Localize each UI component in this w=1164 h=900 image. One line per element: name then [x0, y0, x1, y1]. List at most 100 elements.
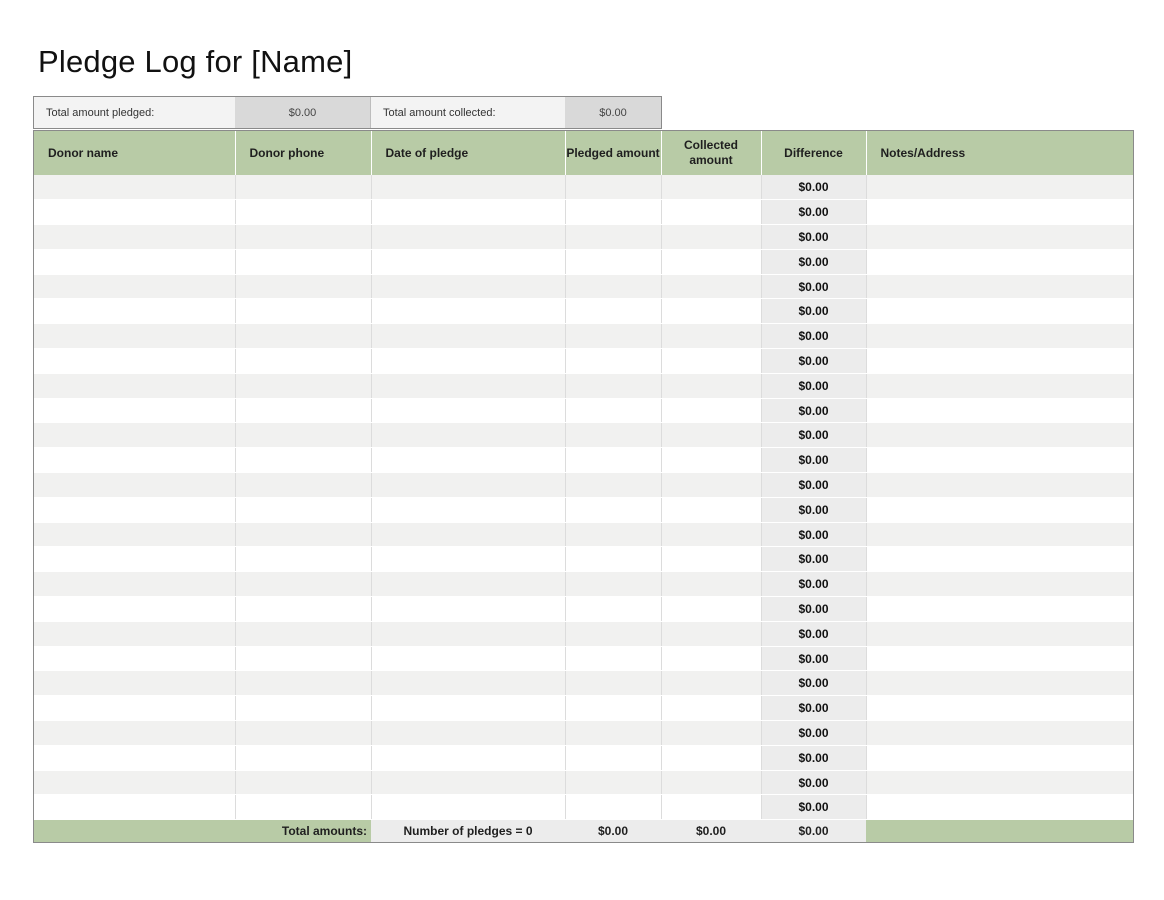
pledged-amount-cell[interactable] — [565, 522, 662, 548]
donor-phone-cell[interactable] — [235, 323, 372, 350]
donor-phone-cell[interactable] — [235, 274, 372, 300]
pledged-amount-cell[interactable] — [565, 398, 662, 424]
notes-address-cell[interactable] — [866, 720, 1133, 746]
collected-amount-cell[interactable] — [661, 249, 762, 275]
donor-name-cell[interactable] — [34, 770, 236, 796]
pledged-amount-cell[interactable] — [565, 175, 662, 201]
notes-address-cell[interactable] — [866, 175, 1133, 201]
date-of-pledge-cell[interactable] — [371, 522, 566, 548]
donor-phone-cell[interactable] — [235, 373, 372, 399]
column-header-date-of-pledge[interactable]: Date of pledge — [371, 131, 566, 175]
donor-name-cell[interactable] — [34, 199, 236, 226]
notes-address-cell[interactable] — [866, 398, 1133, 424]
notes-address-cell[interactable] — [866, 274, 1133, 300]
date-of-pledge-cell[interactable] — [371, 720, 566, 746]
pledged-amount-cell[interactable] — [565, 794, 662, 821]
date-of-pledge-cell[interactable] — [371, 274, 566, 300]
date-of-pledge-cell[interactable] — [371, 175, 566, 201]
collected-amount-cell[interactable] — [661, 596, 762, 622]
date-of-pledge-cell[interactable] — [371, 373, 566, 399]
donor-name-cell[interactable] — [34, 695, 236, 722]
notes-address-cell[interactable] — [866, 596, 1133, 622]
donor-name-cell[interactable] — [34, 621, 236, 647]
donor-phone-cell[interactable] — [235, 398, 372, 424]
date-of-pledge-cell[interactable] — [371, 670, 566, 697]
notes-address-cell[interactable] — [866, 348, 1133, 374]
date-of-pledge-cell[interactable] — [371, 596, 566, 622]
pledged-amount-cell[interactable] — [565, 472, 662, 498]
total-collected-value[interactable]: $0.00 — [565, 97, 661, 128]
notes-address-cell[interactable] — [866, 770, 1133, 796]
donor-phone-cell[interactable] — [235, 497, 372, 523]
notes-address-cell[interactable] — [866, 646, 1133, 672]
column-header-pledged-amount[interactable]: Pledged amount — [565, 131, 662, 175]
donor-phone-cell[interactable] — [235, 199, 372, 226]
donor-name-cell[interactable] — [34, 249, 236, 275]
date-of-pledge-cell[interactable] — [371, 794, 566, 821]
donor-phone-cell[interactable] — [235, 770, 372, 796]
date-of-pledge-cell[interactable] — [371, 621, 566, 647]
donor-phone-cell[interactable] — [235, 720, 372, 746]
collected-amount-cell[interactable] — [661, 745, 762, 771]
notes-address-cell[interactable] — [866, 422, 1133, 449]
notes-address-cell[interactable] — [866, 546, 1133, 573]
donor-phone-cell[interactable] — [235, 447, 372, 474]
donor-name-cell[interactable] — [34, 646, 236, 672]
donor-name-cell[interactable] — [34, 794, 236, 821]
donor-phone-cell[interactable] — [235, 596, 372, 622]
donor-name-cell[interactable] — [34, 571, 236, 598]
date-of-pledge-cell[interactable] — [371, 348, 566, 374]
collected-amount-cell[interactable] — [661, 274, 762, 300]
date-of-pledge-cell[interactable] — [371, 323, 566, 350]
pledged-amount-cell[interactable] — [565, 646, 662, 672]
donor-phone-cell[interactable] — [235, 546, 372, 573]
pledged-amount-cell[interactable] — [565, 224, 662, 250]
donor-name-cell[interactable] — [34, 422, 236, 449]
donor-name-cell[interactable] — [34, 670, 236, 697]
collected-amount-cell[interactable] — [661, 175, 762, 201]
pledged-amount-cell[interactable] — [565, 348, 662, 374]
date-of-pledge-cell[interactable] — [371, 199, 566, 226]
notes-address-cell[interactable] — [866, 745, 1133, 771]
donor-name-cell[interactable] — [34, 522, 236, 548]
pledged-amount-cell[interactable] — [565, 298, 662, 325]
collected-amount-cell[interactable] — [661, 770, 762, 796]
collected-amount-cell[interactable] — [661, 323, 762, 350]
pledged-amount-cell[interactable] — [565, 373, 662, 399]
date-of-pledge-cell[interactable] — [371, 249, 566, 275]
collected-amount-cell[interactable] — [661, 348, 762, 374]
date-of-pledge-cell[interactable] — [371, 472, 566, 498]
pledged-amount-cell[interactable] — [565, 422, 662, 449]
pledged-amount-cell[interactable] — [565, 770, 662, 796]
collected-amount-cell[interactable] — [661, 472, 762, 498]
date-of-pledge-cell[interactable] — [371, 224, 566, 250]
pledged-amount-cell[interactable] — [565, 546, 662, 573]
donor-phone-cell[interactable] — [235, 794, 372, 821]
notes-address-cell[interactable] — [866, 670, 1133, 697]
date-of-pledge-cell[interactable] — [371, 447, 566, 474]
donor-name-cell[interactable] — [34, 348, 236, 374]
date-of-pledge-cell[interactable] — [371, 497, 566, 523]
collected-amount-cell[interactable] — [661, 298, 762, 325]
date-of-pledge-cell[interactable] — [371, 546, 566, 573]
donor-phone-cell[interactable] — [235, 224, 372, 250]
donor-name-cell[interactable] — [34, 546, 236, 573]
donor-phone-cell[interactable] — [235, 249, 372, 275]
donor-phone-cell[interactable] — [235, 621, 372, 647]
date-of-pledge-cell[interactable] — [371, 298, 566, 325]
pledged-amount-cell[interactable] — [565, 745, 662, 771]
date-of-pledge-cell[interactable] — [371, 646, 566, 672]
donor-name-cell[interactable] — [34, 720, 236, 746]
date-of-pledge-cell[interactable] — [371, 422, 566, 449]
collected-amount-cell[interactable] — [661, 373, 762, 399]
donor-phone-cell[interactable] — [235, 745, 372, 771]
notes-address-cell[interactable] — [866, 373, 1133, 399]
donor-phone-cell[interactable] — [235, 670, 372, 697]
pledged-amount-cell[interactable] — [565, 596, 662, 622]
notes-address-cell[interactable] — [866, 621, 1133, 647]
donor-name-cell[interactable] — [34, 274, 236, 300]
column-header-donor-phone[interactable]: Donor phone — [235, 131, 372, 175]
donor-name-cell[interactable] — [34, 175, 236, 201]
donor-name-cell[interactable] — [34, 472, 236, 498]
collected-amount-cell[interactable] — [661, 199, 762, 226]
